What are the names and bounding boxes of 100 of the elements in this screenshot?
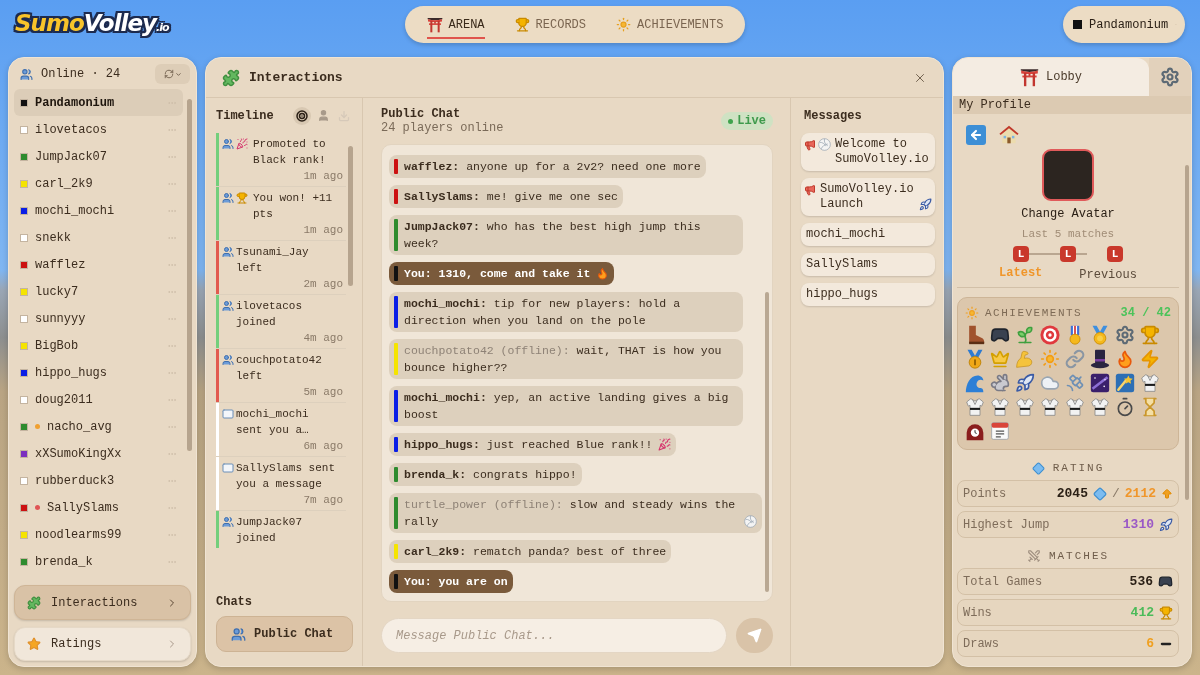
- change-avatar-link[interactable]: Change Avatar: [1021, 207, 1115, 221]
- settings-icon: [1160, 67, 1180, 87]
- message-card[interactable]: SumoVolley.io Launch: [801, 178, 935, 216]
- event-text: mochi_mochi sent you a…: [236, 407, 310, 438]
- stat-label: Wins: [963, 604, 992, 622]
- user-list-item[interactable]: JumpJack07: [14, 143, 183, 170]
- section-title: Messages: [804, 107, 862, 125]
- event-text: You won! +11 pts: [253, 191, 334, 222]
- chat-message-text: brenda_k: congrats hippo!: [404, 467, 577, 483]
- section-heading: RATING: [1052, 460, 1105, 476]
- scrollbar-thumb[interactable]: [765, 292, 769, 592]
- chain-link-icon: [1065, 349, 1085, 369]
- caret-icon: [174, 70, 182, 78]
- event-text: SallySlams sent you a message: [236, 461, 337, 492]
- user-list-item[interactable]: doug2011: [14, 386, 183, 413]
- stat-value: 536: [1129, 572, 1153, 591]
- refresh-icon: [163, 69, 174, 79]
- filter-button[interactable]: [293, 106, 311, 125]
- rocket-icon: [1159, 517, 1173, 532]
- logo: SumoVolley.io: [15, 9, 169, 38]
- user-list-item[interactable]: hippo_hugs: [14, 359, 183, 386]
- scrollbar-thumb[interactable]: [187, 99, 192, 451]
- house-icon[interactable]: [999, 125, 1019, 145]
- message-card[interactable]: Welcome to SumoVolley.io: [801, 133, 935, 171]
- chat-message-text: hippo_hugs: just reached Blue rank!!: [404, 437, 653, 453]
- live-label: Live: [737, 113, 766, 130]
- message-title: hippo_hugs: [805, 287, 879, 302]
- crown-icon: [990, 349, 1010, 369]
- envelope-icon: [222, 408, 234, 420]
- diamond-icon: [1092, 486, 1107, 501]
- user-list-item[interactable]: mochi_mochi: [14, 197, 183, 224]
- comet-icon: [1115, 373, 1135, 393]
- event-text: couchpotato42 left: [236, 353, 323, 384]
- side-nav-button[interactable]: Ratings: [14, 627, 191, 661]
- message-input[interactable]: Message Public Chat...: [381, 618, 727, 653]
- user-list-item[interactable]: nacho_avg: [14, 413, 183, 440]
- user-list-item[interactable]: xXSumoKingXx: [14, 440, 183, 467]
- account-menu[interactable]: Pandamonium: [1063, 6, 1185, 43]
- user-list-item[interactable]: carl_2k9: [14, 170, 183, 197]
- back-button[interactable]: [966, 125, 986, 145]
- lightning-icon: [1140, 349, 1160, 369]
- send-button[interactable]: [736, 618, 773, 653]
- flexed-arm-icon: [1015, 349, 1035, 369]
- user-list-item[interactable]: lucky7: [14, 278, 183, 305]
- target-icon: [1040, 325, 1060, 345]
- scrollbar-thumb[interactable]: [1185, 165, 1189, 500]
- section-title: Chats: [216, 594, 253, 610]
- sun-icon: [616, 17, 631, 32]
- puzzle-icon: [222, 68, 240, 87]
- scrollbar-thumb[interactable]: [348, 146, 353, 286]
- value-separator: /: [1111, 484, 1120, 503]
- uniform-icon: [1090, 397, 1110, 417]
- stat-value: 6: [1146, 634, 1154, 653]
- nav-tab[interactable]: ACHIEVEMENTS: [616, 10, 724, 39]
- settings-tab[interactable]: [1149, 58, 1191, 96]
- stopwatch-icon: [1115, 397, 1135, 417]
- party-popper-icon: [658, 438, 672, 451]
- message-title: mochi_mochi: [805, 227, 887, 242]
- satellite-icon: [1065, 373, 1085, 393]
- message-card[interactable]: mochi_mochi: [801, 223, 935, 246]
- event-time: 1m ago: [303, 169, 343, 184]
- send-icon: [747, 628, 762, 643]
- lobby-tab[interactable]: Lobby: [953, 58, 1149, 96]
- uniform-icon: [1065, 397, 1085, 417]
- user-list-item[interactable]: rubberduck3: [14, 467, 183, 494]
- achievements-title: ACHIEVEMENTS: [985, 305, 1083, 321]
- chat-title: Public Chat: [381, 107, 462, 121]
- message-card[interactable]: hippo_hugs: [801, 283, 935, 306]
- event-time: 4m ago: [303, 331, 343, 346]
- chat-message-text: You: you are on: [404, 574, 508, 590]
- user-list-item[interactable]: ilovetacos: [14, 116, 183, 143]
- panel-title: Interactions: [249, 68, 343, 87]
- user-list-item[interactable]: Pandamonium: [14, 89, 183, 116]
- nav-tab[interactable]: ARENA: [426, 10, 485, 39]
- matches-caption: Last 5 matches: [1021, 227, 1115, 241]
- user-list-item[interactable]: brenda_k: [14, 548, 183, 575]
- chat-channel-button[interactable]: Public Chat: [216, 616, 353, 652]
- nav-tab[interactable]: RECORDS: [514, 10, 586, 39]
- chat-message-text: mochi_mochi: yep, an active landing gives a big boost: [404, 390, 730, 423]
- trophy-icon: [514, 17, 530, 32]
- user-list-item[interactable]: snekk: [14, 224, 183, 251]
- user-list-item[interactable]: noodlearms99: [14, 521, 183, 548]
- uniform-icon: [990, 397, 1010, 417]
- loss-badge: L: [1107, 246, 1123, 262]
- user-list-item[interactable]: sunnyyy: [14, 305, 183, 332]
- torii-gate-icon: [426, 16, 443, 33]
- user-list-item[interactable]: wafflez: [14, 251, 183, 278]
- side-nav-button[interactable]: Interactions: [14, 585, 191, 620]
- refresh-button[interactable]: [155, 64, 190, 84]
- message-card[interactable]: SallySlams: [801, 253, 935, 276]
- users-icon: [20, 67, 33, 81]
- rocket-icon: [1015, 373, 1035, 393]
- best-value: 2112: [1124, 484, 1156, 503]
- gear-icon: [1115, 325, 1135, 345]
- avatar-placeholder[interactable]: [1042, 149, 1094, 201]
- user-list-item[interactable]: BigBob: [14, 332, 183, 359]
- user-list-item[interactable]: SallySlams: [14, 494, 183, 521]
- uniform-icon: [1040, 397, 1060, 417]
- wave-icon: [965, 373, 985, 393]
- latest-label: Latest: [999, 266, 1043, 282]
